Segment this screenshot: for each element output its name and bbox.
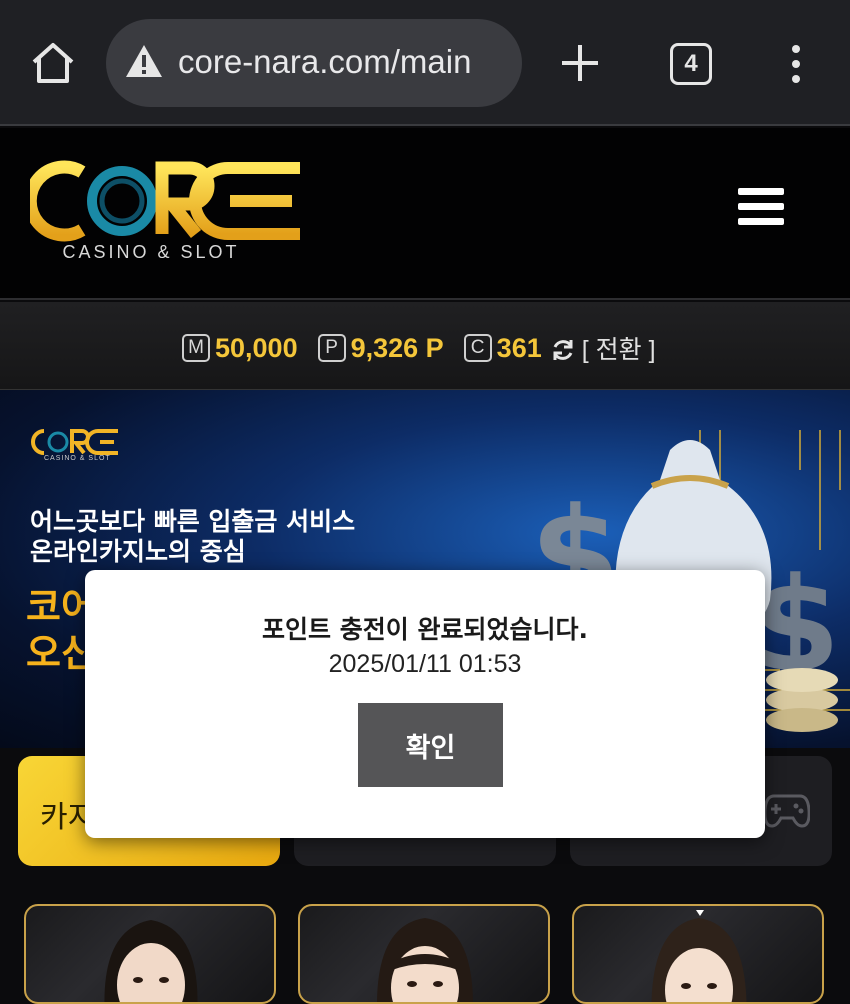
coin-value: 361	[496, 332, 542, 363]
alert-dialog: 포인트 충전이 완료되었습니다. 2025/01/11 01:53 확인	[85, 570, 765, 838]
game-card[interactable]	[298, 904, 550, 1004]
point-badge: P	[317, 334, 346, 362]
game-card[interactable]	[572, 904, 824, 1004]
hamburger-menu-icon[interactable]	[738, 188, 784, 230]
money-badge: M	[182, 334, 210, 362]
coin-badge: C	[463, 334, 492, 362]
banner-logo	[31, 429, 118, 455]
dealer-portrait	[651, 910, 747, 1002]
home-icon[interactable]	[30, 40, 76, 86]
game-card[interactable]	[24, 904, 276, 1004]
new-tab-icon[interactable]	[558, 40, 602, 86]
dealer-portrait	[377, 918, 473, 1002]
browser-toolbar: core-nara.com/main 4	[0, 0, 850, 126]
dealer-portrait	[104, 920, 198, 1002]
money-value: 50,000	[215, 332, 298, 363]
more-menu-icon[interactable]	[786, 44, 806, 84]
gamepad-icon	[764, 794, 810, 828]
tab-switcher-button[interactable]: 4	[670, 43, 712, 85]
banner-headline-2: 온라인카지노의 중심	[30, 537, 246, 566]
balance-bar: M 50,000 P 9,326 P C 361 [ 전환 ]	[0, 302, 850, 390]
logo-subtitle: CASINO & SLOT	[62, 242, 240, 262]
alert-timestamp: 2025/01/11 01:53	[328, 650, 522, 678]
convert-button[interactable]: [ 전환 ]	[582, 330, 656, 366]
url-text[interactable]: core-nara.com/main	[178, 43, 471, 81]
confirm-button[interactable]: 확인	[358, 703, 503, 787]
alert-message: 포인트 충전이 완료되었습니다.	[262, 615, 588, 644]
balance-row: M 50,000 P 9,326 P C 361 [ 전환 ]	[182, 330, 656, 366]
refresh-icon[interactable]	[550, 337, 576, 363]
point-value: 9,326 P	[350, 332, 444, 363]
banner-logo-subtitle: CASINO & SLOT	[44, 455, 111, 462]
address-bar[interactable]: core-nara.com/main	[106, 19, 522, 107]
warning-icon[interactable]	[124, 43, 164, 79]
site-header: CASINO & SLOT	[0, 128, 850, 300]
